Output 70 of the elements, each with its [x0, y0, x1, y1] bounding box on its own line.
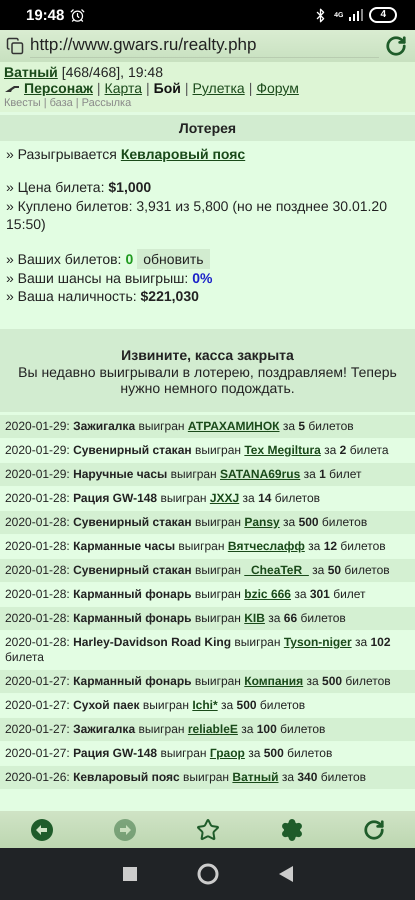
- history-text: 2020-01-28: Сувенирный стакан выигран Pansy за 500 билетов: [5, 515, 368, 529]
- info-text: » Ваших билетов:: [6, 251, 122, 267]
- reload-button[interactable]: [363, 818, 386, 840]
- winner-link[interactable]: Вятчеслафф: [228, 539, 305, 553]
- separator: |: [44, 97, 47, 109]
- winner-link[interactable]: Компания: [244, 674, 304, 688]
- winner-link[interactable]: Ichi*: [192, 698, 218, 712]
- winner-link[interactable]: SATANA69rus: [220, 467, 300, 481]
- winner-link[interactable]: KIB: [244, 611, 265, 625]
- player-link[interactable]: Ватный: [4, 64, 58, 80]
- nav-link[interactable]: Персонаж: [24, 80, 93, 96]
- section-title: Лотерея: [0, 115, 415, 141]
- separator: |: [146, 80, 150, 96]
- history-text: 2020-01-27: Рация GW-148 выигран Граор за 500 билетов: [5, 746, 332, 760]
- history-text: 2020-01-27: Сухой паек выигран Ichi* за 500 билетов: [5, 698, 306, 712]
- history-text: 2020-01-28: Рация GW-148 выигран JXXJ за 14 билетов: [5, 491, 320, 505]
- winner-link[interactable]: bzic 666: [244, 587, 291, 601]
- notice-title: Извините, касса закрыта: [120, 347, 295, 363]
- history-text: 2020-01-27: Зажигалка выигран reliableE за 100 билетов: [5, 722, 326, 736]
- recents-button[interactable]: [122, 867, 136, 881]
- clock-time: 19:48: [26, 6, 64, 24]
- separator: |: [96, 80, 101, 96]
- winner-link[interactable]: Ватный: [232, 770, 278, 784]
- settings-button[interactable]: [280, 818, 304, 842]
- winner-link[interactable]: Tyson-niger: [284, 635, 352, 649]
- chance-value: 0%: [192, 270, 212, 286]
- winner-link[interactable]: Tex Megiltura: [244, 443, 321, 457]
- player-stats: [468/468], 19:48: [62, 64, 163, 80]
- winner-link[interactable]: АТРАХАМИНОК: [188, 419, 280, 433]
- history-text: 2020-01-28: Карманные часы выигран Вятчеслафф за 12 билетов: [5, 539, 386, 553]
- winner-link[interactable]: _CheaTeR_: [244, 563, 309, 577]
- history-text: 2020-01-28: Harley-Davidson Road King выигран Tyson-niger за 102 билета: [5, 635, 390, 664]
- separator: |: [248, 80, 252, 96]
- nav-link[interactable]: Карта: [104, 80, 142, 96]
- nav-link[interactable]: Рулетка: [192, 80, 245, 96]
- refresh-button[interactable]: обновить: [137, 249, 210, 269]
- alarm-icon: [70, 8, 86, 22]
- signal-icon: [349, 9, 364, 21]
- current-section[interactable]: Бой: [154, 80, 181, 96]
- info-text: » Разыгрывается: [6, 146, 117, 162]
- separator: |: [184, 80, 189, 96]
- prize-link[interactable]: Кевларовый пояс: [120, 146, 246, 162]
- home-button[interactable]: [196, 863, 218, 885]
- nav-link[interactable]: Форум: [256, 80, 299, 96]
- winner-link[interactable]: Pansy: [244, 515, 280, 529]
- info-text: » Ваши шансы на выигрыш:: [6, 270, 188, 286]
- history-text: 2020-01-28: Карманный фонарь выигран KIB за 66 билетов: [5, 611, 346, 625]
- info-text: » Куплено билетов: 3,931 из 5,800 (но не позднее 30.01.20 15:50): [6, 197, 388, 233]
- back-nav-button[interactable]: [278, 866, 292, 882]
- winner-link[interactable]: reliableE: [188, 722, 238, 736]
- separator: |: [76, 97, 79, 109]
- tabs-icon[interactable]: [6, 37, 24, 55]
- history-text: 2020-01-26: Кевларовый пояс выигран Ватный за 340 билетов: [5, 770, 366, 784]
- back-button[interactable]: [30, 818, 54, 842]
- ticket-count: 0: [125, 251, 134, 267]
- reload-icon[interactable]: [385, 35, 407, 57]
- notice-text: Вы недавно выигрывали в лотерею, поздравляем! Теперь нужно немного подождать.: [17, 364, 398, 396]
- battery-indicator: 4: [369, 7, 397, 23]
- rifle-icon: [4, 83, 20, 93]
- history-text: 2020-01-29: Сувенирный стакан выигран Tex Megiltura за 2 билета: [5, 443, 389, 457]
- bookmark-button[interactable]: [196, 818, 220, 842]
- winner-link[interactable]: Граор: [210, 746, 245, 760]
- info-text: » Ваша наличность: $221,030: [6, 287, 200, 305]
- history-text: 2020-01-28: Сувенирный стакан выигран _CheaTeR_ за 50 билетов: [5, 563, 390, 577]
- info-text: » Цена билета: $1,000: [6, 178, 152, 196]
- history-text: 2020-01-29: Наручные часы выигран SATANA69rus за 1 билет: [5, 467, 362, 481]
- history-text: 2020-01-27: Карманный фонарь выигран Компания за 500 билетов: [5, 674, 391, 688]
- winner-link[interactable]: JXXJ: [210, 491, 240, 505]
- history-text: 2020-01-28: Карманный фонарь выигран bzic 666 за 301 билет: [5, 587, 366, 601]
- history-text: 2020-01-29: Зажигалка выигран АТРАХАМИНОК за 5 билетов: [5, 419, 354, 433]
